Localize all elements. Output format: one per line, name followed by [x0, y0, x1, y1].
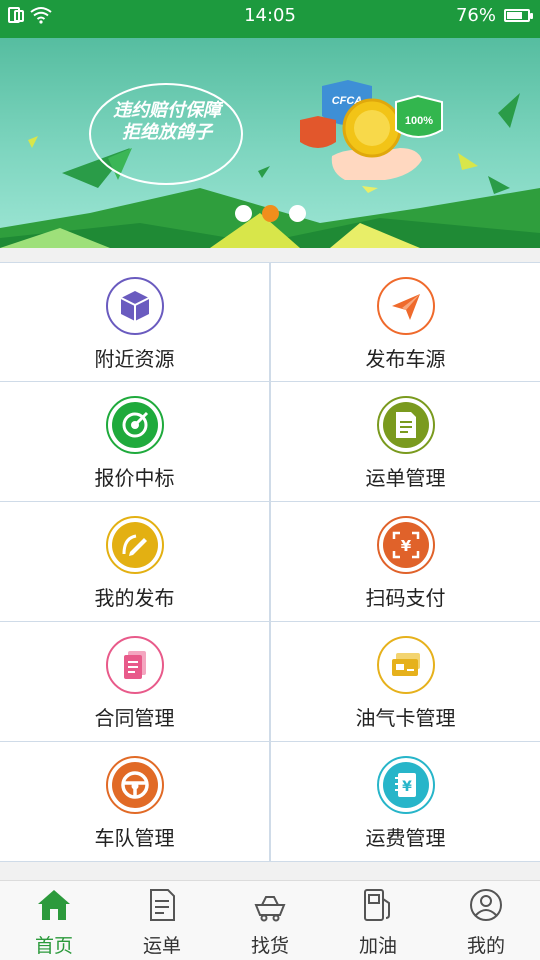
grid-item-label: 合同管理: [94, 706, 175, 730]
feature-grid: 附近资源 发布车源 报价中标 运单管理 我的发布 ¥ 扫码支付 合同管理 油气卡…: [0, 262, 540, 862]
fuel-card-icon: [376, 636, 435, 694]
nav-label: 找货: [250, 935, 289, 957]
scan-pay-icon: ¥: [376, 516, 435, 574]
document-icon: [376, 396, 435, 454]
grid-item-contract-management[interactable]: 合同管理: [0, 622, 270, 742]
grid-item-fuel-card-management[interactable]: 油气卡管理: [270, 622, 540, 742]
nav-label: 首页: [34, 935, 73, 957]
grid-item-freight-fee-management[interactable]: ¥ 运费管理: [270, 742, 540, 862]
freight-fee-icon: ¥: [376, 756, 435, 814]
cube-icon: [105, 277, 164, 335]
nav-label: 加油: [358, 935, 397, 957]
home-icon: [38, 890, 70, 920]
nav-home[interactable]: 首页: [0, 881, 108, 960]
grid-item-label: 车队管理: [94, 826, 175, 850]
banner-headline-line-1: 违约赔付保障: [113, 100, 221, 121]
contract-icon: [105, 636, 164, 694]
steering-wheel-icon: [105, 756, 164, 814]
carousel-dot[interactable]: [288, 205, 306, 222]
grid-item-label: 运费管理: [365, 826, 446, 850]
grid-item-label: 我的发布: [94, 586, 175, 610]
svg-text:¥: ¥: [400, 537, 411, 555]
nav-label: 我的: [466, 935, 505, 957]
nav-profile[interactable]: 我的: [432, 881, 540, 960]
carousel-indicator: [0, 205, 540, 222]
fuel-pump-icon: [364, 889, 390, 921]
bottom-nav: 首页 运单 找货 加油 我的: [0, 880, 540, 960]
grid-item-label: 扫码支付: [365, 586, 446, 610]
battery-percentage: 76%: [455, 5, 496, 26]
banner-headline: 违约赔付保障 拒绝放鸽子: [92, 100, 242, 144]
grid-item-nearby-resources[interactable]: 附近资源: [0, 262, 270, 382]
grid-item-label: 油气卡管理: [355, 706, 456, 730]
carousel-dot-active[interactable]: [261, 205, 279, 222]
grid-item-label: 附近资源: [94, 347, 175, 371]
paper-plane-icon: [376, 277, 435, 335]
grid-item-scan-pay[interactable]: ¥ 扫码支付: [270, 502, 540, 622]
grid-item-label: 报价中标: [94, 466, 175, 490]
find-goods-icon: [254, 896, 286, 922]
banner-headline-line-2: 拒绝放鸽子: [122, 122, 212, 143]
grid-item-bid-won[interactable]: 报价中标: [0, 382, 270, 502]
grid-item-fleet-management[interactable]: 车队管理: [0, 742, 270, 862]
promo-banner[interactable]: CFCA 100% 违约赔付保障 拒绝放鸽子: [0, 38, 540, 248]
nav-label: 运单: [142, 935, 181, 957]
target-icon: [105, 396, 164, 454]
waybill-icon: [150, 889, 175, 921]
profile-icon: [470, 889, 502, 921]
nav-waybill[interactable]: 运单: [108, 881, 216, 960]
svg-text:100%: 100%: [405, 115, 433, 127]
carousel-dot[interactable]: [234, 205, 252, 222]
svg-text:¥: ¥: [402, 779, 412, 795]
grid-item-my-posts[interactable]: 我的发布: [0, 502, 270, 622]
grid-item-waybill-management[interactable]: 运单管理: [270, 382, 540, 502]
grid-item-publish-vehicle[interactable]: 发布车源: [270, 262, 540, 382]
nav-find-goods[interactable]: 找货: [216, 881, 324, 960]
battery-icon: [504, 9, 533, 22]
nav-fuel[interactable]: 加油: [324, 881, 432, 960]
grid-item-label: 运单管理: [365, 466, 446, 490]
edit-icon: [105, 516, 164, 574]
status-bar: 14:05 76%: [0, 0, 540, 38]
grid-item-label: 发布车源: [365, 347, 446, 371]
